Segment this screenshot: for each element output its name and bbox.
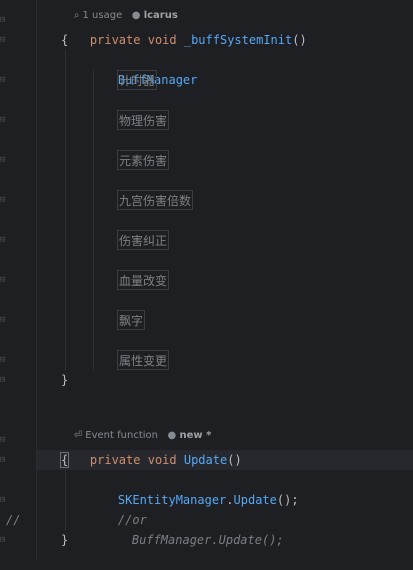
indent-guide xyxy=(65,50,66,370)
code-line: SKEntityManager.Update(); xyxy=(89,470,299,507)
folded-region[interactable]: 属性变更 xyxy=(117,350,170,370)
method-signature: private void _buffSystemInit() xyxy=(61,10,307,47)
folded-region[interactable]: 物理伤害 xyxy=(117,110,170,130)
indent-guide xyxy=(93,70,94,370)
folded-region[interactable]: 伤害纠正 xyxy=(117,230,170,250)
folded-region-label: 血量改变 xyxy=(119,274,168,288)
brace-text: } xyxy=(61,533,69,547)
close-brace: } xyxy=(61,530,68,550)
call-tail: (); xyxy=(276,493,299,507)
method-parens: () xyxy=(292,33,307,47)
folded-region-label: 元素伤害 xyxy=(119,154,168,168)
open-brace: { xyxy=(61,30,68,50)
folded-region-label: 属性变更 xyxy=(119,354,168,368)
region-label: BuffManager xyxy=(89,50,197,87)
event-function-hint[interactable]: ⏎ Event function ● new * xyxy=(61,412,212,441)
keyword-private: private xyxy=(89,453,141,467)
method-call[interactable]: Update xyxy=(234,493,277,507)
open-brace: { xyxy=(59,450,70,470)
commented-class: BuffManager xyxy=(131,533,212,547)
dot: . xyxy=(226,493,234,507)
matched-brace: { xyxy=(59,452,70,468)
brace-text: } xyxy=(61,373,69,387)
keyword-void: void xyxy=(147,33,177,47)
code-line-commented: BuffManager.Update(); xyxy=(103,510,284,547)
folded-region-label: 九宫伤害倍数 xyxy=(119,194,192,208)
keyword-void: void xyxy=(147,453,177,467)
call-tail: (); xyxy=(261,533,284,547)
method-name[interactable]: _buffSystemInit xyxy=(184,33,292,47)
code-editor[interactable]: ⌕ 1 usage ● lcarus private void _buffSys… xyxy=(0,0,413,560)
method-parens: () xyxy=(227,453,242,467)
folded-region-label: 物理伤害 xyxy=(119,114,168,128)
gutter-comment-marker: // xyxy=(6,513,21,527)
folded-region-label: 伤害纠正 xyxy=(119,234,168,248)
close-brace: } xyxy=(61,370,68,390)
code-comment: //or xyxy=(89,490,147,527)
keyword-private: private xyxy=(89,33,141,47)
commented-call: Update xyxy=(218,533,262,547)
folded-region[interactable]: 九宫伤害倍数 xyxy=(117,190,194,210)
folded-region[interactable]: 血量改变 xyxy=(117,270,170,290)
usages-hint[interactable]: ⌕ 1 usage ● lcarus xyxy=(61,0,178,21)
folded-region[interactable]: 飘字 xyxy=(117,310,146,330)
brace-text: { xyxy=(61,33,69,47)
folded-region[interactable]: 元素伤害 xyxy=(117,150,170,170)
method-name[interactable]: Update xyxy=(184,453,227,467)
dot: . xyxy=(211,533,219,547)
folded-region[interactable]: 计时器 xyxy=(117,70,158,90)
folded-region-label: 计时器 xyxy=(119,74,156,88)
method-signature: private void Update() xyxy=(61,430,242,467)
folded-region-label: 飘字 xyxy=(119,314,144,328)
